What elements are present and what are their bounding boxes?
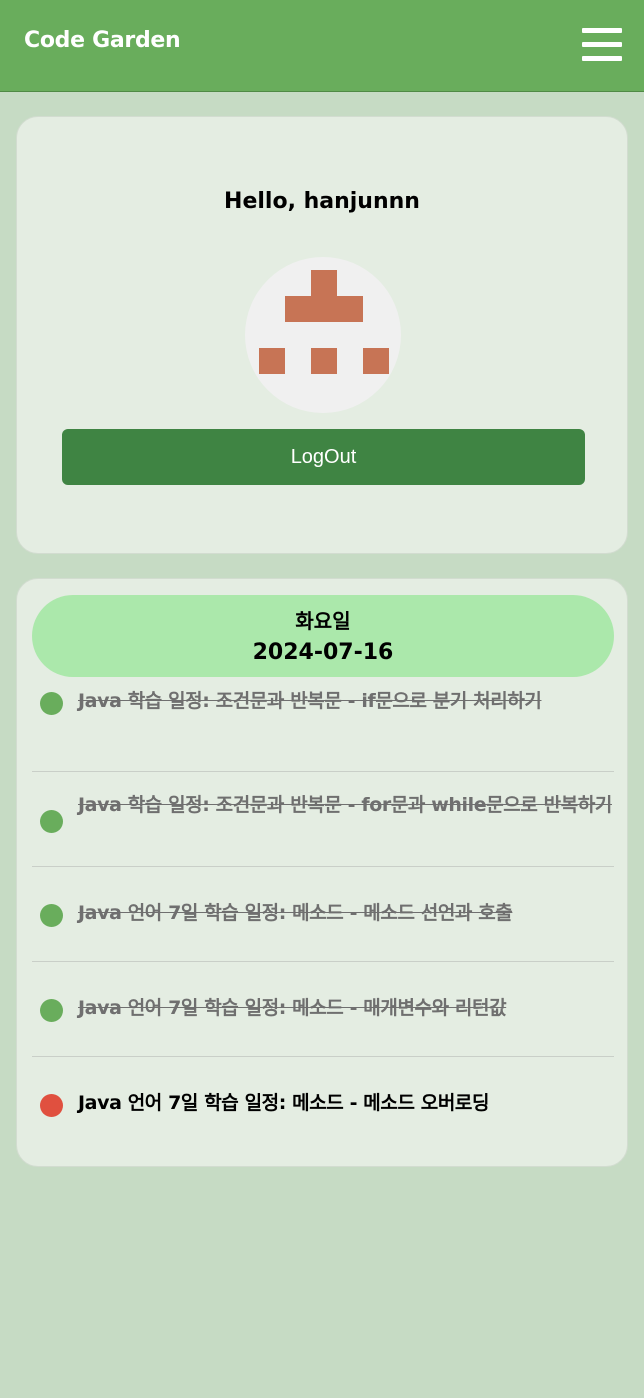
avatar-pixel xyxy=(311,348,337,374)
profile-card: Hello, hanjunnn LogOut xyxy=(16,116,628,554)
status-done-dot-icon xyxy=(40,999,63,1022)
task-item[interactable]: Java 학습 일정: 조건문과 반복문 - for문과 while문으로 반복… xyxy=(32,772,614,867)
task-text: Java 언어 7일 학습 일정: 메소드 - 메소드 선언과 호출 xyxy=(78,902,513,924)
top-app-bar: Code Garden xyxy=(0,0,644,92)
task-text: Java 언어 7일 학습 일정: 메소드 - 메소드 오버로딩 xyxy=(78,1092,490,1114)
task-list: Java 학습 일정: 조건문과 반복문 - if문으로 분기 처리하기 Jav… xyxy=(32,677,614,1152)
status-pending-dot-icon xyxy=(40,1094,63,1117)
task-item[interactable]: Java 언어 7일 학습 일정: 메소드 - 메소드 선언과 호출 xyxy=(32,867,614,962)
avatar-pixel xyxy=(311,270,337,296)
day-of-week: 화요일 xyxy=(295,609,351,633)
task-item[interactable]: Java 학습 일정: 조건문과 반복문 - if문으로 분기 처리하기 xyxy=(32,677,614,772)
hamburger-menu-icon[interactable] xyxy=(582,26,624,64)
status-done-dot-icon xyxy=(40,904,63,927)
app-title: Code Garden xyxy=(24,28,181,53)
greeting-text: Hello, hanjunnn xyxy=(224,189,420,214)
task-text: Java 학습 일정: 조건문과 반복문 - for문과 while문으로 반복… xyxy=(78,794,612,816)
task-text: Java 학습 일정: 조건문과 반복문 - if문으로 분기 처리하기 xyxy=(78,690,542,712)
date-header: 화요일 2024-07-16 xyxy=(32,595,614,677)
avatar-pixel xyxy=(285,296,363,322)
logout-button[interactable]: LogOut xyxy=(62,429,585,485)
avatar xyxy=(245,257,401,413)
task-text: Java 언어 7일 학습 일정: 메소드 - 매개변수와 리턴값 xyxy=(78,997,507,1019)
avatar-pixel xyxy=(259,348,285,374)
status-done-dot-icon xyxy=(40,810,63,833)
schedule-card: 화요일 2024-07-16 Java 학습 일정: 조건문과 반복문 - if… xyxy=(16,578,628,1167)
avatar-pixel xyxy=(363,348,389,374)
task-item[interactable]: Java 언어 7일 학습 일정: 메소드 - 메소드 오버로딩 xyxy=(32,1057,614,1152)
status-done-dot-icon xyxy=(40,692,63,715)
task-item[interactable]: Java 언어 7일 학습 일정: 메소드 - 매개변수와 리턴값 xyxy=(32,962,614,1057)
schedule-date: 2024-07-16 xyxy=(252,640,394,665)
